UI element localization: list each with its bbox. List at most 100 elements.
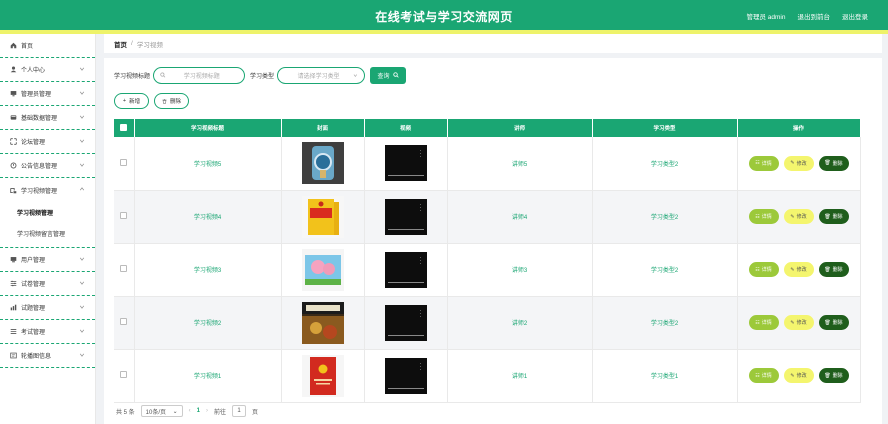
page-size-select[interactable]: 10条/页 ⌄ <box>140 405 183 417</box>
type-select-placeholder: 请选择学习类型 <box>297 73 340 80</box>
sidebar-item-home[interactable]: 首页 <box>0 34 95 58</box>
cell-title: 学习视频1 <box>134 349 282 403</box>
more-vertical-icon: · · · <box>419 148 422 161</box>
more-vertical-icon: · · · <box>419 360 422 373</box>
cover-image-1 <box>301 354 344 397</box>
delete-button[interactable]: 🗑 删除 <box>818 315 849 330</box>
detail-button[interactable]: ☷ 详情 <box>748 262 779 277</box>
row-select-cell[interactable] <box>114 190 135 244</box>
cell-title: 学习视频5 <box>134 137 282 191</box>
video-player[interactable]: · · · <box>384 357 427 394</box>
sidebar: 首页 个人中心 管理员管理 基础数据管理 论坛管理 公告信息管理 学习视频管理 … <box>0 34 96 424</box>
delete-button[interactable]: 🗑 删除 <box>818 368 849 383</box>
row-checkbox[interactable] <box>120 371 128 378</box>
back-to-frontend-link[interactable]: 退出到前台 <box>798 11 831 21</box>
sidebar-item-label: 基础数据管理 <box>21 116 58 122</box>
detail-button[interactable]: ☷ 详情 <box>748 368 779 383</box>
next-page-icon[interactable]: › <box>206 408 208 414</box>
title-search-input[interactable]: 学习视频标题 <box>153 66 246 84</box>
detail-button[interactable]: ☷ 详情 <box>748 209 779 224</box>
edit-button[interactable]: ✎ 修改 <box>783 368 814 383</box>
trash-icon: 🗑 <box>824 372 831 379</box>
bulk-delete-button[interactable]: 删除 <box>154 93 189 109</box>
edit-button[interactable]: ✎ 修改 <box>783 209 814 224</box>
select-all-cell[interactable] <box>114 119 135 137</box>
sidebar-item-carousel[interactable]: 轮播图信息 <box>0 344 95 368</box>
edit-button[interactable]: ✎ 修改 <box>783 262 814 277</box>
delete-button[interactable]: 🗑 删除 <box>818 209 849 224</box>
edit-button[interactable]: ✎ 修改 <box>783 155 814 171</box>
edit-icon: ✎ <box>790 266 795 273</box>
add-button[interactable]: + 新增 <box>114 93 149 109</box>
paper-icon <box>9 280 17 288</box>
sidebar-item-base-data[interactable]: 基础数据管理 <box>0 106 95 130</box>
query-button[interactable]: 查询 <box>370 66 407 84</box>
sidebar-item-notice[interactable]: 公告信息管理 <box>0 154 95 178</box>
video-player[interactable]: · · · <box>384 145 427 182</box>
page-scrollbar[interactable] <box>883 34 888 424</box>
cell-type: 学习类型1 <box>592 349 738 403</box>
sidebar-item-users[interactable]: 用户管理 <box>0 248 95 272</box>
sidebar-item-label: 轮播图信息 <box>21 354 52 360</box>
detail-button[interactable]: ☷ 详情 <box>748 315 779 330</box>
title-search-label: 学习视频标题 <box>114 73 151 80</box>
sidebar-item-label: 公告信息管理 <box>21 164 58 170</box>
row-select-cell[interactable] <box>114 296 135 350</box>
row-checkbox[interactable] <box>120 265 128 272</box>
video-progress-bar[interactable] <box>387 175 424 177</box>
title-search-placeholder: 学习视频标题 <box>183 73 220 80</box>
chevron-down-icon <box>79 353 85 357</box>
row-select-cell[interactable] <box>114 137 135 191</box>
sidebar-item-profile[interactable]: 个人中心 <box>0 58 95 82</box>
edit-button[interactable]: ✎ 修改 <box>783 315 814 330</box>
video-progress-bar[interactable] <box>387 281 424 283</box>
detail-button-label: 详情 <box>761 373 772 379</box>
detail-button-label: 详情 <box>761 214 772 220</box>
row-checkbox[interactable] <box>120 212 128 219</box>
select-all-checkbox[interactable] <box>120 123 128 131</box>
cell-video[interactable]: · · · <box>364 349 448 403</box>
delete-button[interactable]: 🗑 删除 <box>818 262 849 277</box>
video-player[interactable]: · · · <box>384 304 427 341</box>
cell-video[interactable]: · · · <box>364 137 448 191</box>
prev-page-icon[interactable]: ‹ <box>189 408 191 414</box>
row-checkbox[interactable] <box>120 158 128 166</box>
sidebar-item-videos[interactable]: 学习视频管理 <box>0 178 95 202</box>
logout-link[interactable]: 退出登录 <box>842 11 868 21</box>
video-progress-bar[interactable] <box>387 387 424 389</box>
edit-icon: ✎ <box>790 213 795 220</box>
video-player[interactable]: · · · <box>384 251 427 288</box>
sidebar-item-forum[interactable]: 论坛管理 <box>0 130 95 154</box>
sidebar-subitem-video-manage[interactable]: 学习视频管理 <box>0 202 95 223</box>
sidebar-item-questions[interactable]: 试题管理 <box>0 296 95 320</box>
cell-type: 学习类型2 <box>592 243 738 297</box>
video-player[interactable]: · · · <box>384 198 427 235</box>
chevron-down-icon <box>79 329 85 333</box>
video-progress-bar[interactable] <box>387 334 424 336</box>
sidebar-item-papers[interactable]: 试卷管理 <box>0 272 95 296</box>
detail-button-label: 详情 <box>761 320 772 326</box>
sidebar-item-exams[interactable]: 考试管理 <box>0 320 95 344</box>
delete-button[interactable]: 🗑 删除 <box>818 155 849 171</box>
sidebar-item-label: 首页 <box>21 44 34 50</box>
cell-video[interactable]: · · · <box>364 296 448 350</box>
column-header-type: 学习类型 <box>592 119 738 137</box>
sidebar-subitem-video-comments[interactable]: 学习视频留言管理 <box>0 223 95 244</box>
sidebar-item-label: 管理员管理 <box>21 92 52 98</box>
users-icon <box>9 256 17 264</box>
cell-video[interactable]: · · · <box>364 190 448 244</box>
sidebar-item-admins[interactable]: 管理员管理 <box>0 82 95 106</box>
column-header-title: 学习视频标题 <box>134 119 282 137</box>
breadcrumb-home[interactable]: 首页 <box>114 39 127 49</box>
goto-page-input[interactable]: 1 <box>232 405 247 417</box>
cell-video[interactable]: · · · <box>364 243 448 297</box>
type-select[interactable]: 请选择学习类型 <box>277 66 366 84</box>
cell-actions: ☷ 详情 ✎ 修改 🗑 删除 <box>737 243 861 297</box>
row-checkbox[interactable] <box>120 318 128 325</box>
row-select-cell[interactable] <box>114 349 135 403</box>
trash-icon: 🗑 <box>824 319 831 326</box>
detail-button[interactable]: ☷ 详情 <box>748 155 779 171</box>
row-select-cell[interactable] <box>114 243 135 297</box>
current-page-number[interactable]: 1 <box>197 408 200 414</box>
video-progress-bar[interactable] <box>387 228 424 230</box>
